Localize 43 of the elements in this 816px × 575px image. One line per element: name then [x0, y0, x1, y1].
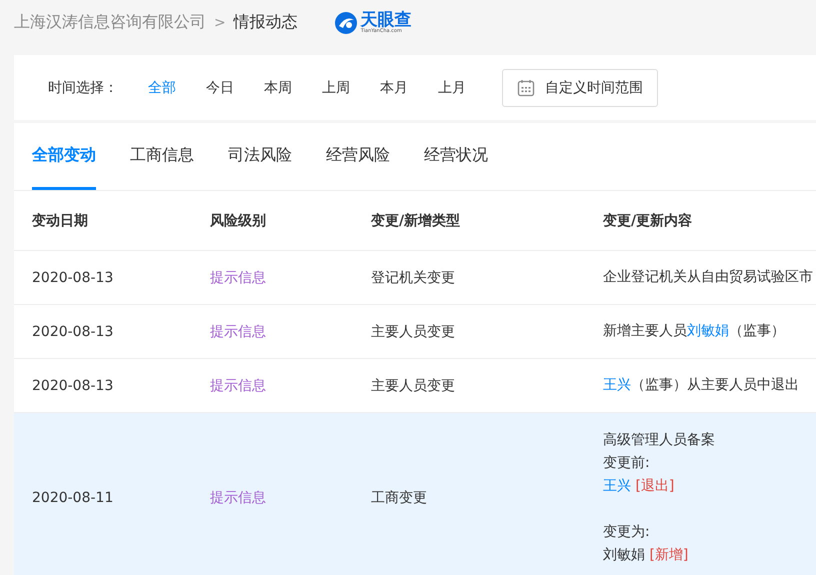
- filter-label: 时间选择：: [48, 78, 118, 96]
- calendar-icon: [517, 78, 535, 96]
- change-text: （监事）从主要人员中退出: [631, 377, 799, 393]
- category-tab[interactable]: 全部变动: [32, 123, 96, 190]
- column-header: 变更/新增类型: [353, 191, 585, 251]
- change-text: 刘敏娟: [603, 547, 645, 563]
- change-text: 高级管理人员备案: [603, 432, 715, 448]
- column-header: 风险级别: [192, 191, 353, 251]
- time-option[interactable]: 今日: [196, 78, 244, 96]
- change-text: 企业登记机关从自由贸易试验区市: [603, 269, 813, 285]
- category-tab[interactable]: 经营风险: [326, 123, 390, 190]
- column-header: 变更/更新内容: [585, 191, 816, 251]
- change-type-cell: 主要人员变更: [353, 305, 585, 359]
- time-option[interactable]: 本月: [370, 78, 418, 96]
- change-text: 新增主要人员: [603, 323, 687, 339]
- time-option[interactable]: 本周: [254, 78, 302, 96]
- risk-level-cell: 提示信息: [192, 251, 353, 305]
- category-tab[interactable]: 司法风险: [228, 123, 292, 190]
- date-cell: 2020-08-13: [14, 305, 192, 359]
- date-cell: 2020-08-11: [14, 413, 192, 575]
- risk-level-cell: 提示信息: [192, 305, 353, 359]
- person-link[interactable]: 刘敏娟: [687, 323, 729, 339]
- custom-range-button[interactable]: 自定义时间范围: [502, 68, 658, 106]
- change-text: 变更前:: [603, 455, 650, 471]
- change-type-cell: 登记机关变更: [353, 251, 585, 305]
- change-text: 变更为:: [603, 524, 650, 540]
- date-cell: 2020-08-13: [14, 251, 192, 305]
- category-tab[interactable]: 工商信息: [130, 123, 194, 190]
- breadcrumb-current: 情报动态: [234, 12, 298, 33]
- breadcrumb-separator: >: [214, 14, 226, 30]
- time-option[interactable]: 上周: [312, 78, 360, 96]
- logo-name: 天眼查: [360, 12, 412, 28]
- change-text: （监事）: [729, 323, 785, 339]
- change-type-cell: 工商变更: [353, 413, 585, 575]
- time-option[interactable]: 上月: [428, 78, 476, 96]
- eye-logo-icon: [334, 10, 358, 34]
- status-tag: [新增]: [649, 547, 688, 563]
- category-tab[interactable]: 经营状况: [424, 123, 488, 190]
- time-option[interactable]: 全部: [138, 78, 186, 96]
- status-tag: [退出]: [635, 478, 674, 494]
- column-header: 变动日期: [14, 191, 192, 251]
- risk-level-cell: 提示信息: [192, 413, 353, 575]
- person-link[interactable]: 王兴: [603, 377, 631, 393]
